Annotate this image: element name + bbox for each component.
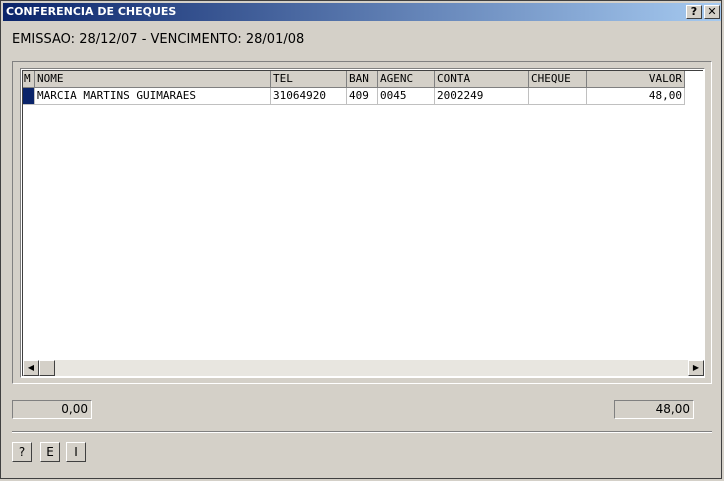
help-button[interactable]: ? bbox=[686, 5, 702, 19]
cell-valor[interactable]: 48,00 bbox=[587, 88, 685, 105]
column-header-conta[interactable]: CONTA bbox=[435, 71, 529, 88]
window-title: CONFERENCIA DE CHEQUES bbox=[6, 5, 177, 18]
cheques-grid[interactable]: M NOME TEL BAN AGENC CONTA CHEQUE VALOR … bbox=[20, 68, 705, 378]
column-header-nome[interactable]: NOME bbox=[35, 71, 271, 88]
cell-conta[interactable]: 2002249 bbox=[435, 88, 529, 105]
i-button[interactable]: I bbox=[66, 442, 86, 462]
cell-nome[interactable]: MARCIA MARTINS GUIMARAES bbox=[35, 88, 271, 105]
scroll-thumb[interactable] bbox=[39, 360, 55, 376]
issue-due-date-label: EMISSAO: 28/12/07 - VENCIMENTO: 28/01/08 bbox=[12, 32, 305, 47]
column-header-cheque[interactable]: CHEQUE bbox=[529, 71, 587, 88]
column-header-agenc[interactable]: AGENC bbox=[378, 71, 435, 88]
row-marker[interactable] bbox=[23, 88, 35, 105]
column-header-ban[interactable]: BAN bbox=[347, 71, 378, 88]
cell-tel[interactable]: 31064920 bbox=[271, 88, 347, 105]
title-bar[interactable]: CONFERENCIA DE CHEQUES bbox=[3, 3, 721, 21]
close-button[interactable]: ✕ bbox=[704, 5, 720, 19]
cell-agenc[interactable]: 0045 bbox=[378, 88, 435, 105]
grid-header-row: M NOME TEL BAN AGENC CONTA CHEQUE VALOR bbox=[23, 71, 685, 88]
scroll-left-icon[interactable]: ◀ bbox=[23, 360, 39, 376]
cell-ban[interactable]: 409 bbox=[347, 88, 378, 105]
help-footer-button[interactable]: ? bbox=[12, 442, 32, 462]
table-row[interactable]: MARCIA MARTINS GUIMARAES 31064920 409 00… bbox=[23, 88, 685, 105]
column-header-tel[interactable]: TEL bbox=[271, 71, 347, 88]
column-header-m[interactable]: M bbox=[23, 71, 35, 88]
total-left-field: 0,00 bbox=[12, 400, 92, 419]
column-header-valor[interactable]: VALOR bbox=[587, 71, 685, 88]
e-button[interactable]: E bbox=[40, 442, 60, 462]
horizontal-scrollbar[interactable]: ◀ ▶ bbox=[23, 360, 704, 376]
dialog-window: CONFERENCIA DE CHEQUES ? ✕ EMISSAO: 28/1… bbox=[0, 0, 722, 479]
scroll-right-icon[interactable]: ▶ bbox=[688, 360, 704, 376]
cell-cheque[interactable] bbox=[529, 88, 587, 105]
footer-divider bbox=[12, 431, 712, 433]
total-right-field: 48,00 bbox=[614, 400, 694, 419]
